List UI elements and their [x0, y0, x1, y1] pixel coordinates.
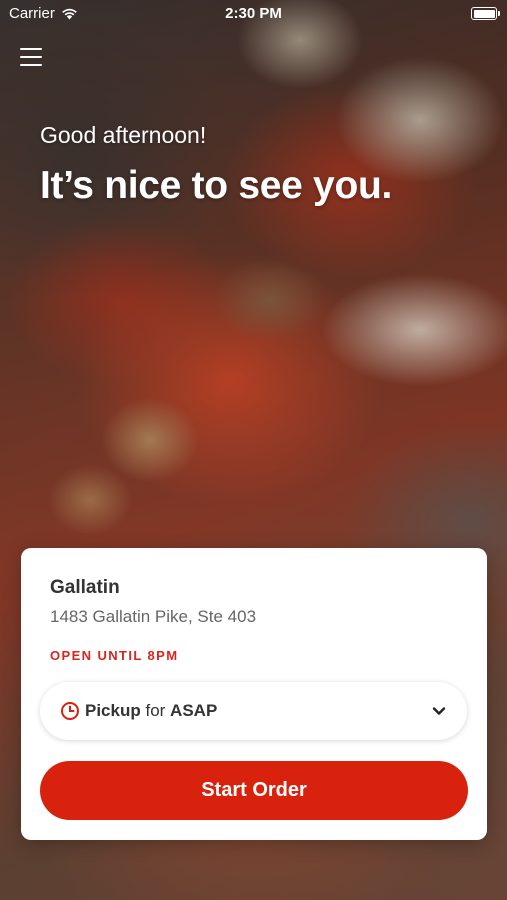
store-name: Gallatin — [50, 577, 120, 598]
hamburger-menu-icon[interactable] — [20, 48, 42, 66]
order-mode-text: Pickup for ASAP — [85, 701, 431, 721]
order-mode-type: Pickup — [85, 701, 141, 720]
start-order-button[interactable]: Start Order — [40, 761, 468, 820]
menu-line — [20, 64, 42, 66]
battery-icon — [471, 7, 500, 20]
status-bar: Carrier 2:30 PM — [0, 0, 507, 28]
order-mode-connector: for — [140, 701, 171, 720]
battery-fill — [473, 9, 495, 18]
chevron-down-icon — [432, 707, 446, 715]
menu-line — [20, 48, 42, 50]
status-time: 2:30 PM — [225, 5, 282, 22]
store-card: Gallatin 1483 Gallatin Pike, Ste 403 OPE… — [21, 548, 487, 840]
store-hours-badge: OPEN UNTIL 8PM — [50, 648, 179, 663]
store-address: 1483 Gallatin Pike, Ste 403 — [50, 607, 257, 626]
clock-icon — [61, 702, 79, 720]
menu-line — [20, 56, 42, 58]
headline-text: It’s nice to see you. — [40, 164, 393, 207]
order-mode-time: ASAP — [170, 701, 218, 720]
greeting-text: Good afternoon! — [40, 122, 207, 148]
order-mode-select[interactable]: Pickup for ASAP — [40, 682, 467, 740]
